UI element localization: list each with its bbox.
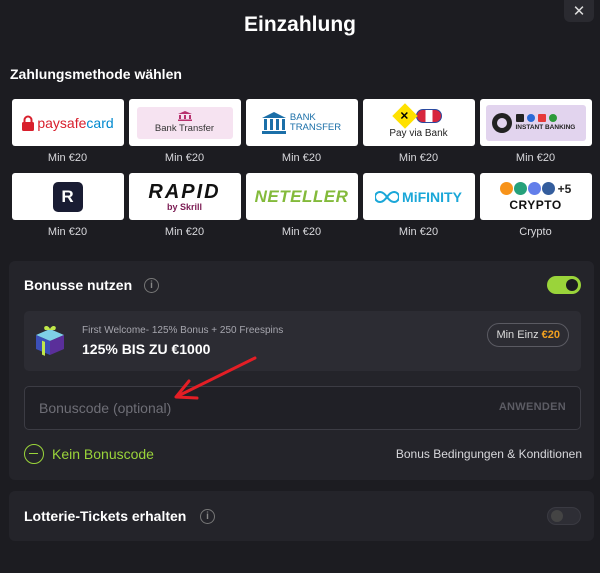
method-mifinity[interactable]: MiFINITY Min €20 — [360, 173, 477, 239]
method-min-label: Min €20 — [398, 152, 439, 164]
litecoin-icon — [541, 182, 555, 195]
rapid-transfer-logo: RAPID by Skrill — [128, 173, 241, 220]
lottery-title: Lotterie-Tickets erhalten — [24, 508, 187, 524]
method-bank-transfer-2[interactable]: BANK TRANSFER Min €20 — [243, 99, 360, 165]
bank-building-icon — [261, 111, 286, 134]
method-min-label: Min €20 — [47, 226, 88, 238]
crypto-logo-text: CRYPTO — [509, 197, 562, 212]
lottery-toggle[interactable] — [547, 507, 581, 525]
min-deposit-badge: Min Einz €20 — [487, 323, 569, 347]
instant-banking-logo: INSTANT BANKING — [479, 99, 592, 146]
method-min-label: Min €20 — [281, 152, 322, 164]
bonus-offer-card[interactable]: First Welcome- 125% Bonus + 250 Freespin… — [24, 311, 581, 371]
method-min-label: Min €20 — [47, 152, 88, 164]
method-min-label: Min €20 — [164, 152, 205, 164]
revolut-logo: R — [11, 173, 124, 220]
min-deposit-amount: €20 — [541, 329, 560, 341]
raiffeisen-icon: ✕ — [391, 102, 418, 129]
crypto-logo: +5 CRYPTO — [479, 173, 592, 220]
bonus-code-field: ANWENDEN — [24, 386, 581, 430]
mifinity-logo: MiFINITY — [362, 173, 475, 220]
neteller-logo-text: NETELLER — [254, 186, 349, 206]
payment-method-grid: paysafe card Min €20 Bank Transfer Min €2… — [9, 99, 594, 239]
method-rapid-transfer[interactable]: RAPID by Skrill Min €20 — [126, 173, 243, 239]
paysafecard-logo-prefix: paysafe — [37, 114, 87, 131]
method-min-label: Min €20 — [164, 226, 205, 238]
bank-logos-icon — [515, 114, 557, 122]
infinity-icon — [375, 190, 400, 203]
eps-icon — [415, 108, 442, 123]
bonus-code-input[interactable] — [25, 387, 465, 429]
instant-banking-logo-text: INSTANT BANKING — [515, 124, 576, 131]
rapid-logo-text: RAPID — [148, 180, 221, 203]
no-bonus-label: Kein Bonuscode — [52, 446, 154, 462]
no-bonus-option[interactable]: Kein Bonuscode — [24, 444, 154, 464]
bonus-terms-link[interactable]: Bonus Bedingungen & Konditionen — [396, 447, 582, 461]
method-min-label: Min €20 — [515, 152, 556, 164]
bonus-offer-title: 125% BIS ZU €1000 — [82, 341, 211, 357]
method-revolut[interactable]: R Min €20 — [9, 173, 126, 239]
paysafecard-logo-suffix: card — [86, 114, 114, 131]
bank-transfer-2-logo: BANK TRANSFER — [245, 99, 358, 146]
method-crypto[interactable]: +5 CRYPTO Crypto — [477, 173, 594, 239]
method-crypto-label: Crypto — [519, 226, 552, 238]
method-min-label: Min €20 — [281, 226, 322, 238]
info-icon[interactable]: i — [200, 509, 215, 524]
method-neteller[interactable]: NETELLER Min €20 — [243, 173, 360, 239]
bank-transfer-line2: TRANSFER — [289, 121, 342, 133]
apply-button[interactable]: ANWENDEN — [499, 401, 566, 413]
bonus-toggle[interactable] — [547, 276, 581, 294]
bank-transfer-logo-text: Bank Transfer — [154, 123, 215, 134]
lock-icon — [22, 115, 35, 131]
crypto-plus: +5 — [557, 181, 572, 196]
min-deposit-label: Min Einz — [496, 329, 539, 341]
gift-box-icon — [36, 326, 64, 356]
pay-via-bank-logo-text: Pay via Bank — [389, 127, 448, 139]
rapid-logo-sub: by Skrill — [166, 201, 202, 212]
bonus-offer-subtitle: First Welcome- 125% Bonus + 250 Freespin… — [82, 325, 284, 336]
ethereum-icon — [527, 182, 541, 195]
bank-transfer-logo: Bank Transfer — [128, 99, 241, 146]
method-min-label: Min €20 — [398, 226, 439, 238]
pay-via-bank-logo: ✕ Pay via Bank — [362, 99, 475, 146]
bonus-title: Bonusse nutzen — [24, 277, 133, 293]
lottery-panel: Lotterie-Tickets erhalten i — [9, 491, 594, 541]
method-instant-banking[interactable]: INSTANT BANKING Min €20 — [477, 99, 594, 165]
bank-icon — [177, 111, 192, 121]
page-title: Einzahlung — [244, 13, 356, 36]
method-pay-via-bank[interactable]: ✕ Pay via Bank Min €20 — [360, 99, 477, 165]
mifinity-logo-text: MiFINITY — [402, 188, 462, 205]
revolut-logo-text: R — [61, 186, 74, 206]
bitcoin-icon — [499, 182, 513, 195]
tether-icon — [513, 182, 527, 195]
method-bank-transfer[interactable]: Bank Transfer Min €20 — [126, 99, 243, 165]
method-paysafecard[interactable]: paysafe card Min €20 — [9, 99, 126, 165]
payment-method-heading: Zahlungsmethode wählen — [10, 66, 182, 82]
bank-transfer-line1: BANK — [289, 111, 316, 123]
neteller-logo: NETELLER — [245, 173, 358, 220]
minus-circle-icon — [24, 444, 44, 464]
moon-icon — [491, 112, 512, 133]
info-icon[interactable]: i — [144, 278, 159, 293]
paysafecard-logo: paysafe card — [11, 99, 124, 146]
bonus-panel: Bonusse nutzen i First Welcome- 125% Bon… — [9, 261, 594, 480]
